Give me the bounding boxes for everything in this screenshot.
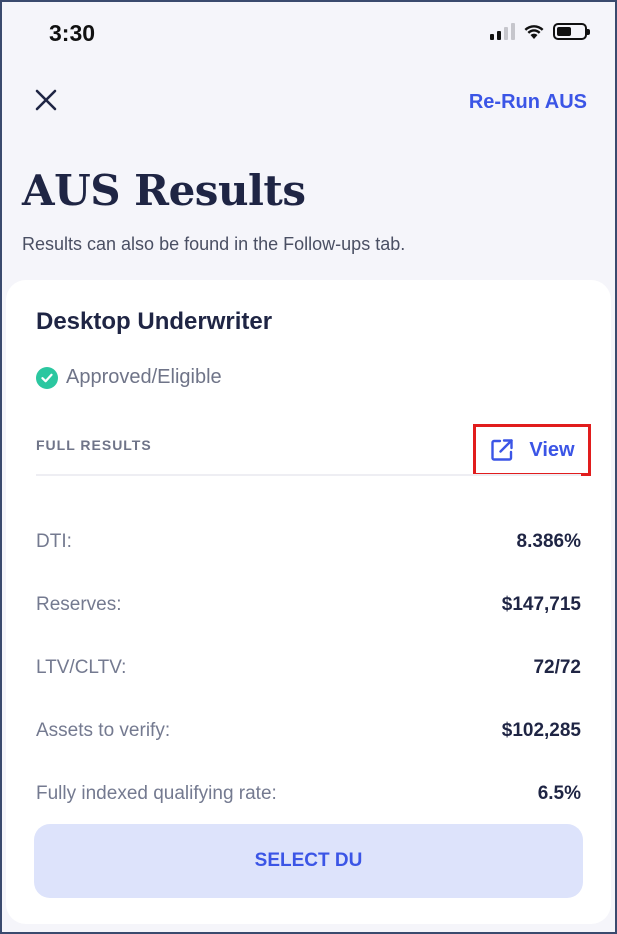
battery-icon [553,22,590,40]
metric-label: Reserves: [36,593,122,615]
metric-value: 8.386% [516,530,581,552]
status-icons [490,22,590,40]
metric-label: LTV/CLTV: [36,656,127,678]
card-title: Desktop Underwriter [36,308,273,335]
page-title: AUS Results [22,166,306,215]
du-results-card: Desktop Underwriter Approved/Eligible FU… [6,280,611,924]
metric-label: Assets to verify: [36,719,171,741]
metric-value: 72/72 [533,656,581,678]
view-full-results-link[interactable]: View [473,424,591,476]
select-du-button[interactable]: SELECT DU [34,824,583,898]
metric-row-reserves: Reserves: $147,715 [36,573,581,636]
check-circle-icon [36,366,58,389]
app-screen: 3:30 Re-Run AUS AUS Results Results can … [0,0,617,934]
full-results-label: FULL RESULTS [36,437,152,453]
wifi-icon [524,24,544,39]
external-link-icon [491,439,514,461]
status-time: 3:30 [49,20,96,46]
close-button[interactable] [28,82,64,118]
rerun-aus-button[interactable]: Re-Run AUS [469,91,587,114]
page-subtitle: Results can also be found in the Follow-… [22,234,406,254]
metrics-list: DTI: 8.386% Reserves: $147,715 LTV/CLTV:… [36,510,581,825]
metric-value: $102,285 [501,719,581,741]
view-label: View [529,438,575,461]
metric-row-assets-to-verify: Assets to verify: $102,285 [36,699,581,762]
cellular-signal-icon [490,22,515,40]
divider [36,474,581,476]
metric-label: DTI: [36,530,72,552]
metric-row-ltv-cltv: LTV/CLTV: 72/72 [36,636,581,699]
approval-status: Approved/Eligible [36,366,222,389]
metric-label: Fully indexed qualifying rate: [36,782,277,804]
metric-row-dti: DTI: 8.386% [36,510,581,573]
close-icon [35,89,57,111]
metric-value: $147,715 [501,593,581,615]
metric-row-qualifying-rate: Fully indexed qualifying rate: 6.5% [36,762,581,825]
metric-value: 6.5% [537,782,581,804]
status-text: Approved/Eligible [66,366,222,388]
